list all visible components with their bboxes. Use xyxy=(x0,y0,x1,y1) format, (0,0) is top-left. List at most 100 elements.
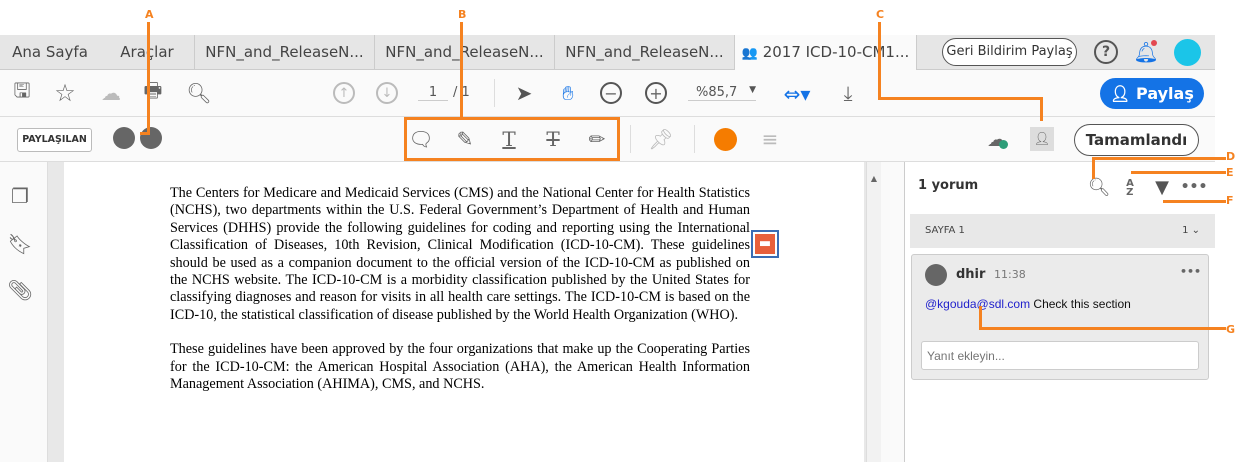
callout-label-d: D xyxy=(1226,150,1236,163)
comment-marker[interactable]: ▬ xyxy=(751,230,779,258)
comment-text: Check this section xyxy=(1030,297,1131,311)
tab-title: 2017 ICD-10-CM1... xyxy=(762,43,910,61)
chevron-down-icon: ▼ xyxy=(749,85,756,95)
scroll-up-arrow[interactable]: ▲ xyxy=(867,174,881,183)
search-icon[interactable]: 🔍︎ xyxy=(1088,176,1111,198)
callout-line xyxy=(147,22,150,134)
comment-author: dhir xyxy=(956,267,986,282)
color-picker[interactable] xyxy=(714,128,737,151)
scroll-mode-icon[interactable]: ⤓ xyxy=(835,80,861,106)
comment-card[interactable]: dhir 11:38 ••• @kgouda@sdl.com Check thi… xyxy=(911,254,1209,380)
main-toolbar: 🖫 ☆ ☁ 🖶 🔍︎ ↑ ↓ 1 / 1 ➤ ✋︎ − + %85,7 ▼ ⇔▾ … xyxy=(0,70,1215,117)
callout-box xyxy=(617,117,620,161)
feedback-button[interactable]: Geri Bildirim Paylaş xyxy=(942,38,1077,66)
pages-icon[interactable]: ❐ xyxy=(8,184,32,208)
comment-time: 11:38 xyxy=(994,268,1026,281)
notification-dot xyxy=(1151,40,1157,46)
callout-label-e: E xyxy=(1226,166,1234,179)
comment-bubble-icon: ▬ xyxy=(755,234,775,254)
callout-line xyxy=(1092,157,1095,179)
comment-more-icon[interactable]: ••• xyxy=(1180,265,1201,278)
divider xyxy=(494,79,495,107)
pin-icon[interactable]: 📌︎ xyxy=(648,126,674,152)
star-icon[interactable]: ☆ xyxy=(52,79,78,107)
page-group-count: 1 ⌄ xyxy=(1182,225,1200,236)
callout-line xyxy=(1163,200,1226,203)
callout-line xyxy=(878,22,881,99)
callout-label-f: F xyxy=(1226,194,1234,207)
done-button[interactable]: Tamamlandı xyxy=(1074,124,1199,156)
hand-tool-icon[interactable]: ✋︎ xyxy=(555,80,581,106)
divider xyxy=(694,125,695,153)
reply-input[interactable] xyxy=(921,341,1199,370)
underline-text-icon[interactable]: T xyxy=(496,126,522,152)
share-label: Paylaş xyxy=(1136,84,1194,103)
tab-home[interactable]: Ana Sayfa xyxy=(0,35,100,70)
tab-active-document[interactable]: 👥 2017 ICD-10-CM1... × xyxy=(735,35,917,97)
next-page-icon[interactable]: ↓ xyxy=(376,82,398,104)
author-avatar xyxy=(925,264,947,286)
comment-toolbar: PAYLAŞILAN 🗨︎ ✎ T T ✏︎ 📌︎ ≡ ☁ 👤︎ Tamamla… xyxy=(0,117,1215,162)
callout-line xyxy=(878,97,1043,100)
page-group-header[interactable]: SAYFA 1 1 ⌄ xyxy=(910,214,1215,248)
callout-line xyxy=(140,132,150,135)
panel-gutter xyxy=(881,162,905,462)
bookmark-icon[interactable]: 🔖︎ xyxy=(7,232,32,256)
callout-box xyxy=(404,117,407,161)
search-text-icon[interactable]: 🔍︎ xyxy=(186,80,212,106)
sync-status-dot xyxy=(999,140,1008,149)
document-text: The Centers for Medicare and Medicaid Se… xyxy=(170,185,750,410)
line-width-icon[interactable]: ≡ xyxy=(758,126,782,152)
save-icon[interactable]: 🖫 xyxy=(10,78,34,106)
user-avatar[interactable] xyxy=(1174,39,1201,66)
callout-label-c: C xyxy=(876,8,885,21)
cloud-upload-icon[interactable]: ☁ xyxy=(98,80,124,106)
callout-line xyxy=(460,22,463,118)
zoom-select[interactable]: %85,7 ▼ xyxy=(688,85,756,101)
select-cursor-icon[interactable]: ➤ xyxy=(512,80,536,106)
shared-badge[interactable]: PAYLAŞILAN xyxy=(17,128,92,152)
comment-panel-toggle-icon[interactable]: 👤︎ xyxy=(1030,127,1054,151)
tab-document[interactable]: NFN_and_ReleaseN... xyxy=(555,35,735,70)
sort-az-icon[interactable]: AZ xyxy=(1121,176,1139,200)
share-button[interactable]: 👤︎ Paylaş xyxy=(1100,78,1204,109)
highlight-icon[interactable]: ✎ xyxy=(452,126,478,152)
comment-body: @kgouda@sdl.com Check this section xyxy=(925,297,1131,311)
mention-link[interactable]: @kgouda@sdl.com xyxy=(925,297,1030,311)
zoom-out-icon[interactable]: − xyxy=(600,82,622,104)
more-options-icon[interactable]: ••• xyxy=(1181,176,1208,198)
left-nav: ❐ 🔖︎ 📎︎ xyxy=(0,162,48,462)
shared-users-icon: 👥 xyxy=(741,46,758,61)
filter-icon[interactable]: ▼ xyxy=(1151,176,1173,198)
paragraph: These guidelines have been approved by t… xyxy=(170,341,750,393)
sticky-note-icon[interactable]: 🗨︎ xyxy=(408,126,434,152)
vertical-scrollbar[interactable]: ▲ xyxy=(866,162,881,462)
tab-bar: Ana Sayfa Araçlar NFN_and_ReleaseN... NF… xyxy=(0,35,1215,97)
participant-avatar[interactable] xyxy=(113,127,135,149)
previous-page-icon[interactable]: ↑ xyxy=(333,82,355,104)
callout-line xyxy=(1092,157,1226,160)
page-number-input[interactable]: 1 xyxy=(418,85,448,101)
callout-box xyxy=(404,158,620,161)
callout-label-g: G xyxy=(1226,323,1236,336)
zoom-value: %85,7 xyxy=(696,85,738,100)
callout-line xyxy=(1131,171,1226,174)
callout-line xyxy=(1040,97,1043,121)
attachment-icon[interactable]: 📎︎ xyxy=(7,278,32,302)
callout-label-a: A xyxy=(145,8,154,21)
callout-box xyxy=(404,117,620,120)
zoom-in-icon[interactable]: + xyxy=(645,82,667,104)
comments-panel: 1 yorum 🔍︎ AZ ▼ ••• SAYFA 1 1 ⌄ dhir 11:3… xyxy=(905,162,1215,462)
pencil-draw-icon[interactable]: ✏︎ xyxy=(584,126,610,152)
tab-document[interactable]: NFN_and_ReleaseN... xyxy=(375,35,555,70)
help-icon[interactable]: ? xyxy=(1094,40,1118,64)
comment-count: 1 yorum xyxy=(918,178,979,193)
print-icon[interactable]: 🖶 xyxy=(140,78,166,106)
callout-line xyxy=(979,327,1226,330)
add-user-icon: 👤︎ xyxy=(1110,84,1137,103)
tab-document[interactable]: NFN_and_ReleaseN... xyxy=(195,35,375,70)
participant-avatar[interactable] xyxy=(140,127,162,149)
fit-page-icon[interactable]: ⇔▾ xyxy=(780,80,814,108)
callout-label-b: B xyxy=(458,8,467,21)
strikethrough-text-icon[interactable]: T xyxy=(540,126,566,152)
